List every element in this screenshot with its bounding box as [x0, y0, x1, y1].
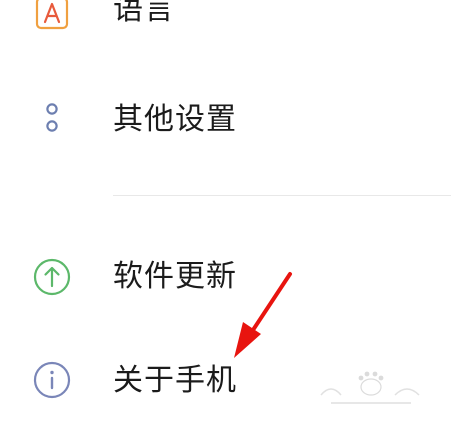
settings-item-label: 其他设置 — [113, 102, 237, 137]
settings-item-label: 语言 — [113, 0, 175, 27]
settings-list: 语言 其他设置 软件更新 关于手机 — [0, 0, 451, 423]
settings-item-other[interactable]: 其他设置 — [0, 84, 451, 154]
more-dots-icon — [30, 97, 74, 141]
info-circle-icon — [30, 358, 74, 402]
settings-item-language[interactable]: 语言 — [0, 0, 451, 48]
settings-item-software-update[interactable]: 软件更新 — [0, 242, 451, 312]
settings-item-label: 软件更新 — [113, 259, 237, 294]
arrow-up-circle-icon — [30, 255, 74, 299]
settings-item-label: 关于手机 — [113, 363, 237, 398]
language-icon — [30, 0, 74, 36]
settings-item-about-phone[interactable]: 关于手机 — [0, 345, 451, 415]
section-divider — [113, 195, 451, 196]
